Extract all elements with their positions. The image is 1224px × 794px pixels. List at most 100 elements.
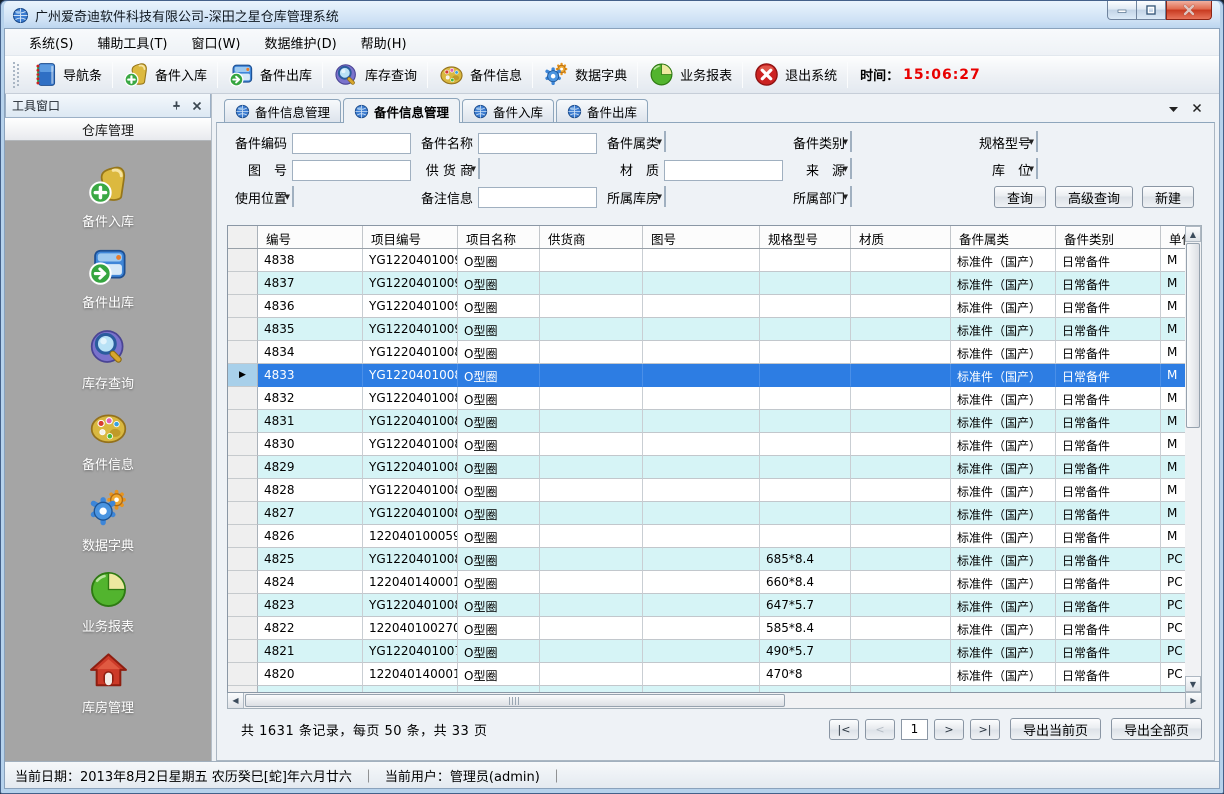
source-select[interactable]: ▼ [850, 158, 852, 179]
stock-query-button[interactable]: 库存查询 [325, 59, 425, 90]
table-row[interactable]: 4821YG12204010079O型圈490*5.7标准件（国产）日常备件PC [228, 640, 1185, 663]
use-position-select[interactable]: ▼ [292, 186, 294, 207]
first-page-button[interactable]: |< [829, 719, 859, 740]
sidebar-item-parts-inbound[interactable]: 备件入库 [48, 157, 168, 238]
table-row[interactable]: 4828YG12204010083O型圈标准件（国产）日常备件M [228, 479, 1185, 502]
vertical-scroll-thumb[interactable] [1186, 243, 1200, 428]
row-header-cell[interactable] [228, 686, 258, 693]
table-row[interactable]: 4829YG12204010084O型圈标准件（国产）日常备件M [228, 456, 1185, 479]
column-header-1[interactable]: 编号 [258, 226, 363, 248]
column-header-10[interactable]: 单位 [1161, 226, 1185, 248]
parts-info-button[interactable]: 备件信息 [430, 59, 530, 90]
data-dictionary-button[interactable]: 数据字典 [535, 59, 635, 90]
row-header-cell[interactable] [228, 295, 258, 318]
horizontal-scroll-thumb[interactable] [245, 694, 785, 707]
table-row[interactable]: 4832YG12204010087O型圈标准件（国产）日常备件M [228, 387, 1185, 410]
minimize-button[interactable] [1107, 1, 1137, 20]
exit-system-button[interactable]: 退出系统 [745, 59, 845, 90]
table-row[interactable]: 4827YG12204010082O型圈标准件（国产）日常备件M [228, 502, 1185, 525]
row-header-cell[interactable] [228, 410, 258, 433]
scroll-right-icon[interactable]: ▶ [1185, 693, 1201, 708]
column-header-7[interactable]: 材质 [851, 226, 951, 248]
menu-window[interactable]: 窗口(W) [180, 29, 253, 56]
vertical-scrollbar[interactable]: ▲ ▼ [1185, 225, 1202, 693]
part-code-field[interactable] [292, 133, 411, 154]
part-name-field[interactable] [478, 133, 597, 154]
sidebar-group-header[interactable]: 仓库管理 [5, 118, 211, 141]
last-page-button[interactable]: >| [970, 719, 1000, 740]
grid-corner-cell[interactable] [228, 226, 258, 248]
maximize-button[interactable] [1137, 1, 1166, 20]
table-row[interactable]: 4823YG12204010080O型圈647*5.7标准件（国产）日常备件PC [228, 594, 1185, 617]
row-header-cell[interactable] [228, 249, 258, 272]
column-header-3[interactable]: 项目名称 [458, 226, 540, 248]
row-header-cell[interactable] [228, 548, 258, 571]
table-row[interactable]: O型圈标准件（国产）日常备件 [228, 686, 1185, 693]
business-report-button[interactable]: 业务报表 [640, 59, 740, 90]
row-header-cell[interactable]: ▶ [228, 364, 258, 387]
advanced-query-button[interactable]: 高级查询 [1055, 186, 1133, 208]
row-header-cell[interactable] [228, 318, 258, 341]
sidebar-close-icon[interactable] [190, 99, 204, 113]
menu-data-maintenance[interactable]: 数据维护(D) [253, 29, 349, 56]
part-category-select[interactable]: ▼ [850, 131, 852, 152]
new-button[interactable]: 新建 [1142, 186, 1194, 208]
row-header-cell[interactable] [228, 640, 258, 663]
drawing-no-field[interactable] [292, 160, 411, 181]
scroll-left-icon[interactable]: ◀ [228, 693, 244, 708]
department-select[interactable]: ▼ [850, 186, 852, 207]
row-header-cell[interactable] [228, 502, 258, 525]
table-row[interactable]: 48221220401002700O型圈585*8.4标准件（国产）日常备件PC [228, 617, 1185, 640]
column-header-5[interactable]: 图号 [643, 226, 760, 248]
row-header-cell[interactable] [228, 571, 258, 594]
next-page-button[interactable]: > [934, 719, 964, 740]
horizontal-scrollbar[interactable]: ◀ ▶ [227, 693, 1202, 709]
sidebar-item-warehouse-mgmt[interactable]: 库房管理 [48, 643, 168, 724]
nav-bar-button[interactable]: 导航条 [23, 59, 110, 90]
row-header-cell[interactable] [228, 433, 258, 456]
column-header-8[interactable]: 备件属类 [951, 226, 1056, 248]
table-row[interactable]: 4831YG12204010086O型圈标准件（国产）日常备件M [228, 410, 1185, 433]
row-header-cell[interactable] [228, 663, 258, 686]
row-header-cell[interactable] [228, 387, 258, 410]
table-row[interactable]: 4834YG12204010089O型圈标准件（国产）日常备件M [228, 341, 1185, 364]
table-row[interactable]: 48201220401400013O型圈470*8标准件（国产）日常备件PC [228, 663, 1185, 686]
supplier-select[interactable]: ▼ [478, 158, 480, 179]
remark-field[interactable] [478, 187, 597, 208]
sidebar-item-parts-outbound[interactable]: 备件出库 [48, 238, 168, 319]
table-row[interactable]: 4825YG12204010081O型圈685*8.4标准件（国产）日常备件PC [228, 548, 1185, 571]
query-button[interactable]: 查询 [994, 186, 1046, 208]
sidebar-item-business-report[interactable]: 业务报表 [48, 562, 168, 643]
table-row[interactable]: 4838YG12204010093O型圈标准件（国产）日常备件M [228, 249, 1185, 272]
export-all-pages-button[interactable]: 导出全部页 [1111, 718, 1202, 740]
table-row[interactable]: 4830YG12204010085O型圈标准件（国产）日常备件M [228, 433, 1185, 456]
export-current-page-button[interactable]: 导出当前页 [1010, 718, 1101, 740]
scroll-down-icon[interactable]: ▼ [1185, 676, 1201, 692]
tab-parts-info-mgmt-2[interactable]: 备件信息管理 [343, 98, 460, 123]
close-button[interactable] [1166, 1, 1212, 20]
row-header-cell[interactable] [228, 456, 258, 479]
tab-list-dropdown-icon[interactable] [1164, 102, 1183, 117]
tab-close-icon[interactable] [1187, 101, 1207, 118]
column-header-9[interactable]: 备件类别 [1056, 226, 1161, 248]
sidebar-item-stock-query[interactable]: 库存查询 [48, 319, 168, 400]
row-header-cell[interactable] [228, 479, 258, 502]
sidebar-item-data-dictionary[interactable]: 数据字典 [48, 481, 168, 562]
column-header-2[interactable]: 项目编号 [363, 226, 458, 248]
row-header-cell[interactable] [228, 594, 258, 617]
warehouse-select[interactable]: ▼ [664, 186, 666, 207]
table-row[interactable]: ▶4833YG12204010088O型圈标准件（国产）日常备件M [228, 364, 1185, 387]
scroll-up-icon[interactable]: ▲ [1185, 226, 1201, 242]
menu-help[interactable]: 帮助(H) [349, 29, 419, 56]
row-header-cell[interactable] [228, 525, 258, 548]
prev-page-button[interactable]: < [865, 719, 895, 740]
material-field[interactable] [664, 160, 783, 181]
table-row[interactable]: 4836YG12204010091O型圈标准件（国产）日常备件M [228, 295, 1185, 318]
toolbar-grip[interactable] [13, 62, 19, 88]
tab-parts-outbound[interactable]: 备件出库 [556, 99, 648, 122]
table-row[interactable]: 4835YG12204010090O型圈标准件（国产）日常备件M [228, 318, 1185, 341]
tab-parts-info-mgmt-1[interactable]: 备件信息管理 [224, 99, 341, 122]
column-header-6[interactable]: 规格型号 [760, 226, 851, 248]
row-header-cell[interactable] [228, 617, 258, 640]
row-header-cell[interactable] [228, 272, 258, 295]
